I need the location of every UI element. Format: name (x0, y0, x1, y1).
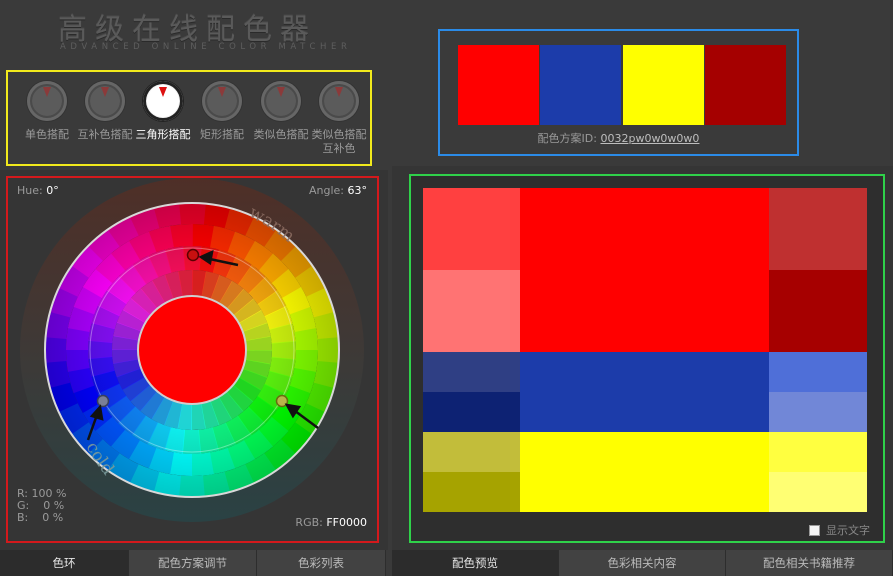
preview-shade-cell (769, 352, 867, 392)
rgb-percent-readout: R: 100 % G: 0 % B: 0 % (17, 487, 67, 524)
scheme-label: 三角形搭配 (135, 128, 191, 141)
preview-main-cell (520, 432, 769, 512)
preview-shade-cell (769, 270, 867, 352)
preview-shade-cell (769, 432, 867, 472)
current-color-disc (137, 295, 247, 405)
scheme-label: 互补色搭配 (77, 128, 133, 141)
scheme-label: 矩形搭配 (200, 128, 244, 141)
tab-color-content[interactable]: 色彩相关内容 (559, 550, 726, 576)
complementary-icon (85, 81, 125, 121)
palette-swatch[interactable] (540, 45, 621, 125)
triad-icon (143, 81, 183, 121)
scheme-type-selector: 单色搭配 互补色搭配 三角形搭配 矩形搭配 类似色搭配 类似色搭配互补色 (6, 70, 372, 166)
preview-main-cell (520, 188, 769, 352)
scheme-rectangle[interactable]: 矩形搭配 (193, 81, 251, 142)
preview-grid (423, 188, 867, 512)
preview-shade-cell (769, 188, 867, 270)
scheme-id-link[interactable]: 0032pw0w0w0w0 (600, 132, 699, 145)
scheme-label: 单色搭配 (25, 128, 69, 141)
preview-tint-cell (423, 472, 520, 512)
primary-color-handle[interactable] (186, 248, 200, 262)
tab-color-list[interactable]: 色彩列表 (257, 550, 386, 576)
scheme-id-row: 配色方案ID: 0032pw0w0w0w0 (440, 130, 797, 146)
color-wheel-box: Hue: 0° Angle: 63° warm cold R: 100 % G:… (6, 176, 379, 543)
palette-swatch[interactable] (623, 45, 704, 125)
tab-preview[interactable]: 配色预览 (392, 550, 559, 576)
analogous-icon (261, 81, 301, 121)
app-logo-subtitle: ADVANCED ONLINE COLOR MATCHER (60, 42, 352, 52)
show-text-label: 显示文字 (826, 524, 870, 537)
preview-tint-cell (423, 432, 520, 472)
tab-scheme-adjust[interactable]: 配色方案调节 (129, 550, 257, 576)
scheme-triad[interactable]: 三角形搭配 (134, 81, 192, 142)
analogous-complement-icon (319, 81, 359, 121)
scheme-label: 类似色搭配 (253, 128, 309, 141)
rectangle-icon (202, 81, 242, 121)
tab-color-wheel[interactable]: 色环 (0, 550, 129, 576)
scheme-analogous-complement[interactable]: 类似色搭配互补色 (310, 81, 368, 156)
preview-shade-cell (769, 392, 867, 432)
preview-tint-cell (423, 270, 520, 352)
triad-handle-blue[interactable] (96, 394, 110, 408)
preview-main-cell (520, 352, 769, 432)
show-text-toggle[interactable]: 显示文字 (809, 522, 870, 538)
palette-swatch[interactable] (458, 45, 539, 125)
monochrome-icon (27, 81, 67, 121)
scheme-analogous[interactable]: 类似色搭配 (252, 81, 310, 142)
tab-book-recommendations[interactable]: 配色相关书籍推荐 (726, 550, 893, 576)
scheme-monochrome[interactable]: 单色搭配 (18, 81, 76, 142)
scheme-id-label: 配色方案ID: (537, 132, 597, 145)
scheme-label: 类似色搭配互补色 (311, 128, 367, 155)
show-text-checkbox[interactable] (809, 524, 820, 536)
palette-summary: 配色方案ID: 0032pw0w0w0w0 (438, 29, 799, 156)
palette-swatch[interactable] (705, 45, 786, 125)
preview-shade-cell (769, 472, 867, 512)
rgb-hex-readout: RGB: FF0000 (295, 516, 367, 529)
preview-tint-cell (423, 188, 520, 270)
scheme-complementary[interactable]: 互补色搭配 (76, 81, 134, 142)
preview-tint-cell (423, 352, 520, 392)
preview-tint-cell (423, 392, 520, 432)
color-preview-box: 显示文字 (409, 174, 885, 543)
